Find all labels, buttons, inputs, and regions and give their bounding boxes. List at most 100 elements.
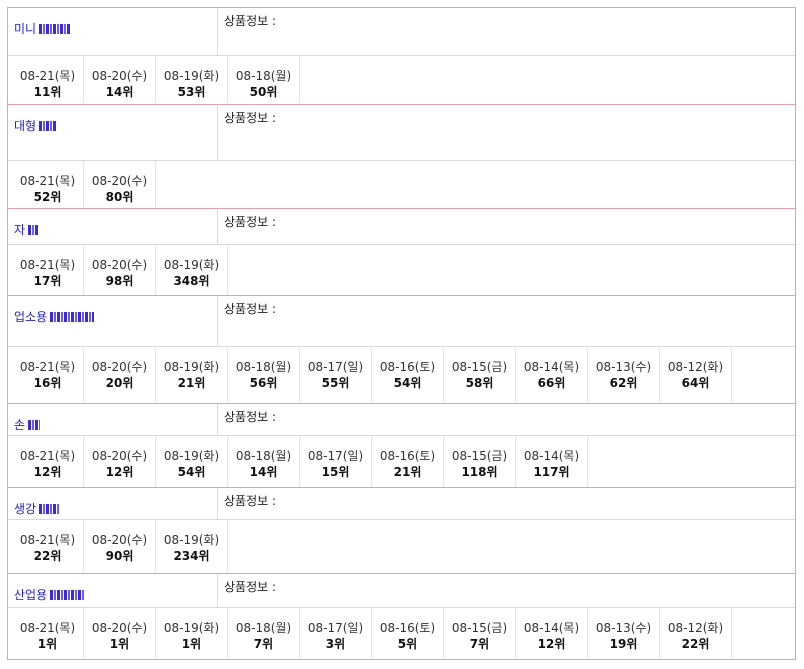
rank-cell: 08-18(월) 50위 [228,56,300,104]
rank-cell: 08-19(화) 348위 [156,245,228,295]
rank-cell: 08-15(금) 118위 [444,436,516,487]
rank-date: 08-19(화) [163,533,220,547]
rank-date: 08-15(금) [451,449,508,463]
rank-history-row: 08-21(목) 52위 08-20(수) 80위 [8,161,795,208]
rank-date: 08-12(화) [667,360,724,374]
rank-date: 08-20(수) [91,69,148,83]
rank-date: 08-13(수) [595,360,652,374]
rank-cell: 08-14(목) 12위 [516,608,588,659]
product-block: 업소용 상품정보 : 08-21(목) 16위 08-20(수) 20위 08-19(화) 2… [7,296,796,404]
redacted-text [39,24,72,34]
rank-date: 08-18(월) [235,449,292,463]
rank-value: 14위 [249,465,278,479]
rank-cell: 08-19(화) 234위 [156,520,228,573]
rank-date: 08-21(목) [19,174,76,188]
rank-cell: 08-20(수) 1위 [84,608,156,659]
rank-date: 08-21(목) [19,449,76,463]
rank-cell: 08-19(화) 21위 [156,347,228,403]
keyword-link[interactable]: 산업용 [14,588,47,602]
rank-cell: 08-18(월) 14위 [228,436,300,487]
redacted-text [50,590,85,600]
rank-date: 08-18(월) [235,69,292,83]
redacted-text [28,225,39,235]
redacted-text [50,312,95,322]
rank-cell: 08-15(금) 7위 [444,608,516,659]
rank-value: 54위 [177,465,206,479]
keyword-link[interactable]: 생강 [14,502,36,516]
rank-date: 08-20(수) [91,174,148,188]
rank-value: 90위 [105,549,134,563]
rank-date: 08-17(일) [307,621,364,635]
rank-cell: 08-19(화) 1위 [156,608,228,659]
rank-cell: 08-17(일) 3위 [300,608,372,659]
rank-cell: 08-15(금) 58위 [444,347,516,403]
rank-cell: 08-17(일) 15위 [300,436,372,487]
rank-date: 08-19(화) [163,69,220,83]
rank-date: 08-21(목) [19,69,76,83]
product-block: 자 상품정보 : 08-21(목) 17위 08-20(수) 98위 08-19(화) 348… [7,209,796,296]
rank-history-row: 08-21(목) 16위 08-20(수) 20위 08-19(화) 21위 08-18(월… [8,347,795,403]
rank-date: 08-20(수) [91,360,148,374]
rank-value: 66위 [537,376,566,390]
rank-date: 08-19(화) [163,621,220,635]
product-info-label: 상품정보 : [224,410,277,424]
rank-date: 08-17(일) [307,449,364,463]
rank-cell: 08-19(화) 54위 [156,436,228,487]
rank-date: 08-19(화) [163,360,220,374]
rank-date: 08-15(금) [451,621,508,635]
rank-date: 08-14(목) [523,621,580,635]
rank-history-row: 08-21(목) 22위 08-20(수) 90위 08-19(화) 234위 [8,520,795,573]
product-block: 손 상품정보 : 08-21(목) 12위 08-20(수) 12위 08-19(화) 54위… [7,404,796,488]
rank-cell: 08-21(목) 52위 [12,161,84,208]
product-info-label: 상품정보 : [224,494,277,508]
product-block: 대형 상품정보 : 08-21(목) 52위 08-20(수) 80위 [7,105,796,209]
rank-value: 20위 [105,376,134,390]
rank-table: 미니 상품정보 :08-21(목) 11위 08-20(수) 14위 08-19(화) 53… [7,7,796,660]
rank-cell: 08-13(수) 62위 [588,347,660,403]
rank-value: 7위 [253,637,274,651]
rank-value: 17위 [33,274,62,288]
product-header: 미니 상품정보 : [8,8,795,56]
keyword-link[interactable]: 손 [14,418,25,432]
product-header: 손 상품정보 : [8,404,795,436]
rank-date: 08-18(월) [235,360,292,374]
rank-cell: 08-20(수) 20위 [84,347,156,403]
keyword-cell: 생강 [8,488,218,519]
rank-date: 08-21(목) [19,258,76,272]
rank-date: 08-20(수) [91,449,148,463]
rank-cell: 08-17(일) 55위 [300,347,372,403]
keyword-link[interactable]: 자 [14,223,25,237]
rank-date: 08-12(화) [667,621,724,635]
rank-cell: 08-21(목) 22위 [12,520,84,573]
redacted-text [39,504,60,514]
rank-value: 12위 [537,637,566,651]
product-info-label: 상품정보 : [224,215,277,229]
rank-date: 08-19(화) [163,258,220,272]
keyword-link[interactable]: 업소용 [14,310,47,324]
rank-value: 21위 [177,376,206,390]
rank-value: 22위 [33,549,62,563]
rank-date: 08-20(수) [91,621,148,635]
keyword-link[interactable]: 대형 [14,119,36,133]
rank-cell: 08-20(수) 80위 [84,161,156,208]
rank-date: 08-16(토) [379,449,436,463]
rank-cell: 08-12(화) 22위 [660,608,732,659]
keyword-cell: 대형 [8,105,218,160]
rank-date: 08-21(목) [19,621,76,635]
rank-value: 62위 [609,376,638,390]
rank-value: 11위 [33,85,62,99]
rank-value: 348위 [173,274,210,288]
rank-value: 16위 [33,376,62,390]
rank-history-row: 08-21(목) 1위 08-20(수) 1위 08-19(화) 1위 08-18(월) 7위… [8,608,795,659]
rank-cell: 08-21(목) 17위 [12,245,84,295]
keyword-cell: 산업용 [8,574,218,607]
rank-date: 08-13(수) [595,621,652,635]
rank-date: 08-20(수) [91,533,148,547]
rank-cell: 08-16(토) 21위 [372,436,444,487]
product-info-label: 상품정보 : [224,111,277,125]
rank-value: 14위 [105,85,134,99]
rank-value: 1위 [109,637,130,651]
keyword-link[interactable]: 미니 [14,22,36,36]
rank-cell: 08-16(토) 5위 [372,608,444,659]
product-header: 대형 상품정보 : [8,105,795,161]
